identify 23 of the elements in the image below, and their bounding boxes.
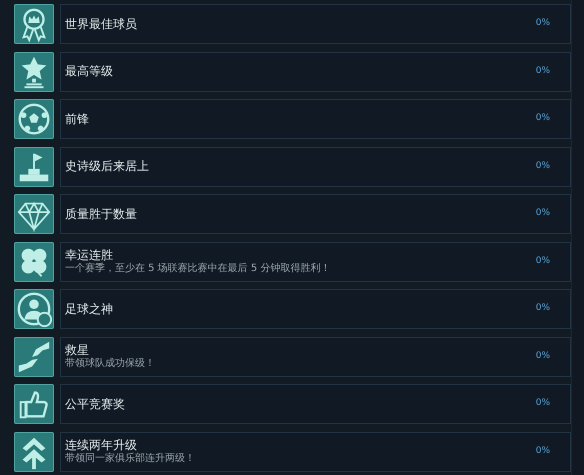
- achievement-title: 最高等级: [65, 64, 113, 79]
- achievement-title: 连续两年升级: [65, 438, 138, 452]
- unlock-percent: 0%: [536, 397, 550, 410]
- unlock-percent: 0%: [536, 17, 550, 30]
- unlock-percent: 0%: [536, 160, 550, 173]
- achievement-title: 史诗级后来居上: [65, 159, 149, 174]
- unlock-percent: 0%: [536, 350, 550, 363]
- achievement-title: 幸运连胜: [65, 248, 114, 262]
- unlock-percent: 0%: [536, 112, 550, 126]
- achievement-description: 带领同一家俱乐部连升两级！: [65, 453, 195, 465]
- achievement-title: 公平竞赛奖: [65, 396, 125, 412]
- achievement-description: 带领球队成功保级！: [65, 358, 155, 370]
- achievement-description: 一个赛季，至少在 5 场联赛比赛中在最后 5 分钟取得胜利！: [65, 263, 330, 275]
- unlock-percent: 0%: [536, 64, 550, 78]
- unlock-percent: 0%: [536, 254, 550, 268]
- unlock-percent: 0%: [536, 444, 550, 458]
- achievement-title: 足球之神: [65, 302, 113, 316]
- achievement-title: 世界最佳球员: [65, 16, 137, 32]
- achievement-title: 救星: [65, 343, 90, 358]
- unlock-percent: 0%: [536, 302, 550, 316]
- unlock-percent: 0%: [536, 207, 550, 220]
- achievement-title: 质量胜于数量: [65, 206, 137, 222]
- achievement-title: 前锋: [65, 112, 89, 126]
